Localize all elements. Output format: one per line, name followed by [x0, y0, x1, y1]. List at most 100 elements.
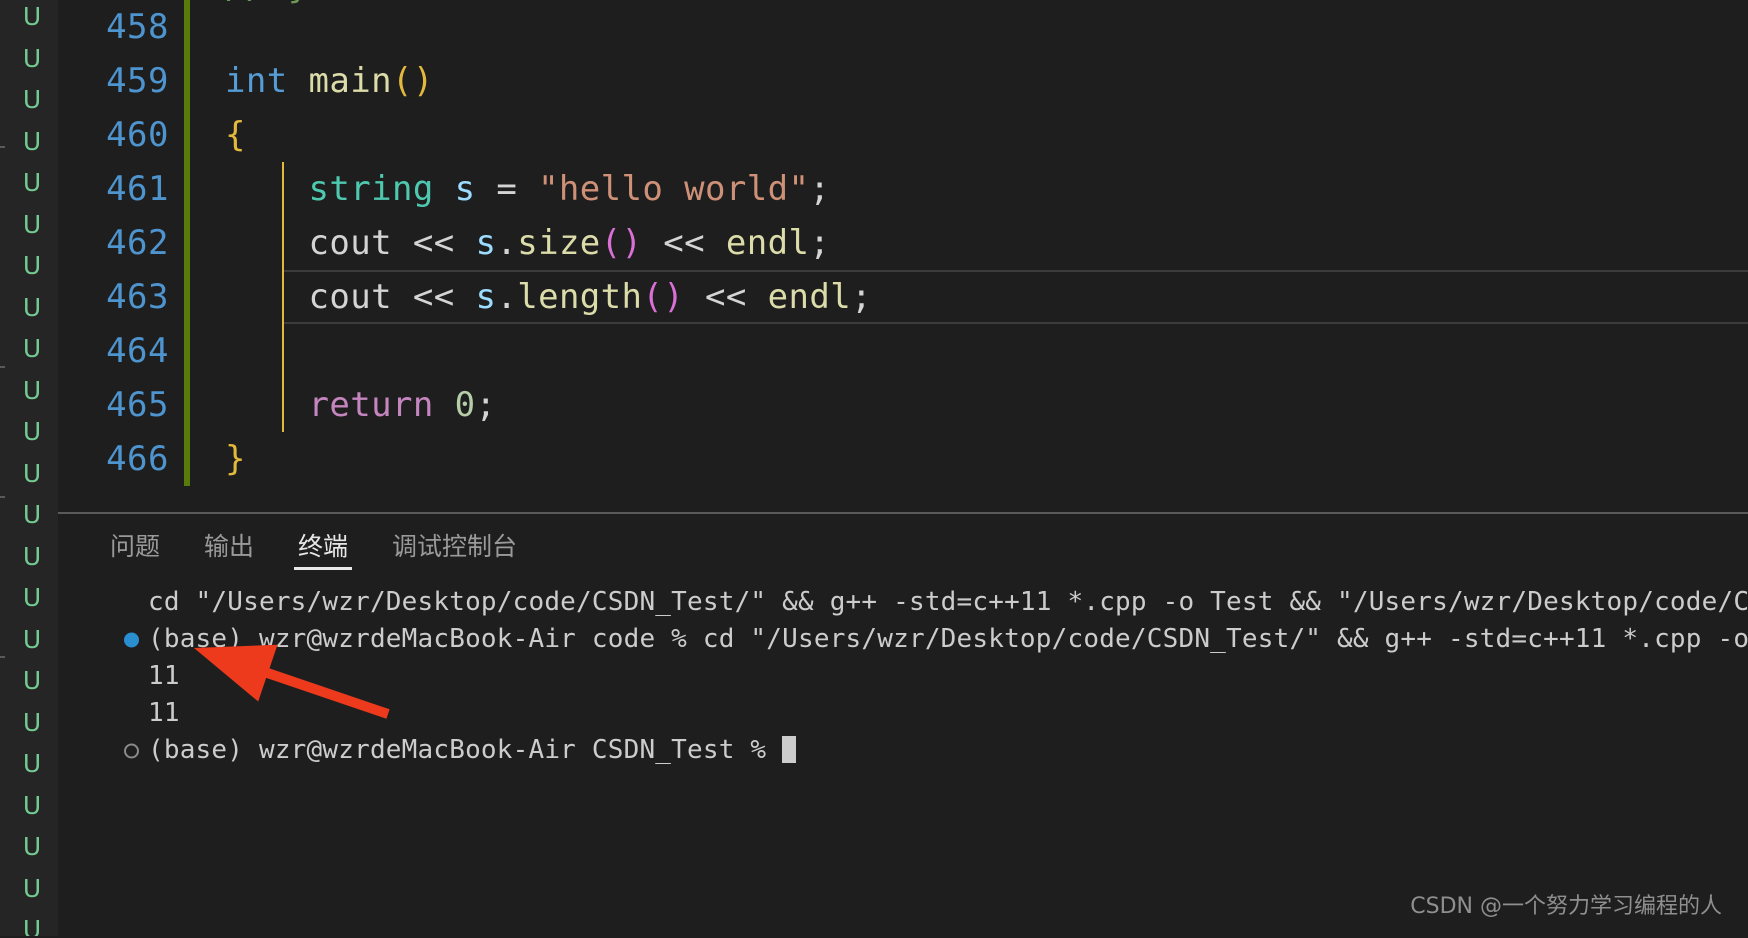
code-token: string — [308, 169, 434, 209]
tab-output[interactable]: 输出 — [182, 514, 276, 576]
code-token: size — [517, 223, 601, 263]
edge-tick-mark — [0, 366, 5, 368]
code-line[interactable]: 465 return 0; — [58, 378, 1748, 432]
terminal-line: 11 — [58, 695, 1748, 732]
code-token: ; — [809, 169, 831, 209]
git-status-badge-untracked[interactable]: U — [0, 826, 58, 868]
git-status-badge-untracked[interactable]: U — [0, 577, 58, 619]
code-token: "hello world" — [538, 169, 810, 209]
line-number: 464 — [106, 331, 169, 371]
git-status-badge-untracked[interactable]: U — [0, 245, 58, 287]
git-status-badge-untracked[interactable]: U — [0, 204, 58, 246]
code-token: { — [225, 115, 246, 155]
code-line[interactable]: 464 — [58, 324, 1748, 378]
git-status-badge-untracked[interactable]: U — [0, 660, 58, 702]
line-number: 463 — [106, 277, 169, 317]
terminal-cursor — [782, 736, 797, 763]
git-status-badge-untracked[interactable]: U — [0, 0, 58, 38]
terminal-line: (base) wzr@wzrdeMacBook-Air CSDN_Test % — [58, 732, 1748, 769]
terminal-line: cd "/Users/wzr/Desktop/code/CSDN_Test/" … — [58, 584, 1748, 621]
edge-tick-mark — [0, 146, 5, 148]
git-status-badge-untracked[interactable]: U — [0, 453, 58, 495]
code-line[interactable]: 463 cout << s.length() << endl; — [58, 270, 1748, 324]
active-indent-guide — [282, 216, 284, 270]
code-line[interactable]: 462 cout << s.size() << endl; — [58, 216, 1748, 270]
code-line-text: } — [183, 439, 1748, 479]
csdn-watermark: CSDN @一个努力学习编程的人 — [1410, 894, 1722, 919]
edge-tick-mark — [0, 496, 5, 498]
tab-terminal[interactable]: 终端 — [276, 514, 370, 576]
tab-debug-console[interactable]: 调试控制台 — [370, 514, 539, 576]
line-number: 459 — [106, 61, 169, 101]
code-token: cout — [308, 277, 392, 317]
explorer-git-status-strip[interactable]: UUUUUUUUUUUUUUUUUUUUUUU — [0, 0, 58, 936]
gutter-change-indicator — [184, 432, 190, 486]
line-number: 466 — [106, 439, 169, 479]
code-editor[interactable]: 457// }458459int main()460{461 string s … — [58, 0, 1748, 512]
git-status-badge-untracked[interactable]: U — [0, 328, 58, 370]
command-decoration-idle-icon[interactable] — [124, 743, 139, 758]
terminal-line-text: (base) wzr@wzrdeMacBook-Air code % cd "/… — [148, 624, 1748, 654]
command-decoration-running-icon[interactable] — [124, 632, 139, 647]
code-token: . — [496, 277, 518, 317]
line-number: 462 — [106, 223, 169, 263]
git-status-badge-untracked[interactable]: U — [0, 619, 58, 661]
code-line-text: string s = "hello world"; — [183, 169, 1748, 209]
code-line[interactable]: 466} — [58, 432, 1748, 486]
line-number: 461 — [106, 169, 169, 209]
code-token: s — [475, 277, 497, 317]
code-line[interactable]: 460 { — [58, 108, 1748, 162]
active-indent-guide — [282, 324, 284, 378]
code-line-text: cout << s.length() << endl; — [183, 277, 1748, 317]
git-status-badge-untracked[interactable]: U — [0, 287, 58, 329]
vscode-window: UUUUUUUUUUUUUUUUUUUUUUU 457// }458459int… — [0, 0, 1748, 936]
code-line[interactable]: 461 string s = "hello world"; — [58, 162, 1748, 216]
code-token: s — [454, 169, 476, 209]
git-status-badge-untracked[interactable]: U — [0, 38, 58, 80]
line-number: 465 — [106, 385, 169, 425]
code-line[interactable]: 459 int main() — [58, 54, 1748, 108]
git-status-badge-untracked[interactable]: U — [0, 785, 58, 827]
tab-problems[interactable]: 问题 — [88, 514, 182, 576]
bottom-panel: 问题 输出 终端 调试控制台 cd "/Users/wzr/Desktop/code/… — [58, 512, 1748, 936]
gutter-change-indicator — [184, 0, 190, 54]
code-line-text: return 0; — [183, 385, 1748, 425]
code-token: 0 — [454, 385, 476, 425]
git-status-badge-untracked[interactable]: U — [0, 909, 58, 936]
code-token: cout — [308, 223, 392, 263]
code-token: = — [475, 169, 539, 209]
code-token: endl — [767, 277, 852, 317]
gutter-change-indicator — [184, 216, 190, 270]
terminal-output-area[interactable]: cd "/Users/wzr/Desktop/code/CSDN_Test/" … — [58, 576, 1748, 936]
code-line[interactable]: 458 — [58, 0, 1748, 54]
terminal-line-text: 11 — [148, 661, 180, 691]
git-status-badge-untracked[interactable]: U — [0, 121, 58, 163]
code-line-text: { — [183, 115, 1748, 155]
gutter-change-indicator — [184, 324, 190, 378]
git-status-badge-untracked[interactable]: U — [0, 536, 58, 578]
git-status-badge-untracked[interactable]: U — [0, 743, 58, 785]
code-token: () — [600, 223, 643, 263]
git-status-badge-untracked[interactable]: U — [0, 411, 58, 453]
code-token: ; — [475, 385, 497, 425]
active-indent-guide — [282, 162, 284, 216]
git-status-badge-untracked[interactable]: U — [0, 494, 58, 536]
gutter-change-indicator — [184, 162, 190, 216]
code-token: endl — [725, 223, 810, 263]
code-line-text: int main() — [183, 61, 1748, 101]
git-status-badge-untracked[interactable]: U — [0, 370, 58, 412]
code-lines-container: 457// }458459int main()460{461 string s … — [58, 0, 1748, 486]
git-status-badge-untracked[interactable]: U — [0, 868, 58, 910]
git-status-badge-untracked[interactable]: U — [0, 79, 58, 121]
active-indent-guide — [282, 270, 284, 324]
code-token: main — [308, 61, 392, 101]
panel-tab-bar[interactable]: 问题 输出 终端 调试控制台 — [58, 514, 1748, 576]
git-status-badge-untracked[interactable]: U — [0, 162, 58, 204]
gutter-change-indicator — [184, 54, 190, 108]
terminal-line-text: 11 — [148, 698, 180, 728]
git-status-badge-untracked[interactable]: U — [0, 702, 58, 744]
